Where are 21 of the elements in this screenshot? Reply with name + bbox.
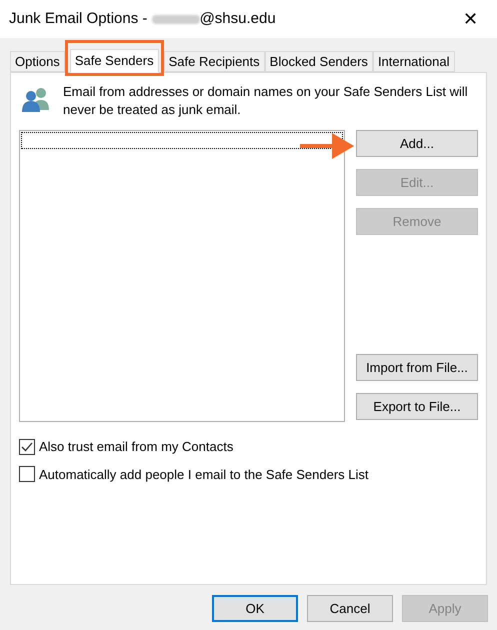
tab[interactable]: Blocked Senders xyxy=(264,51,373,72)
dialog-button[interactable]: Import from File... xyxy=(356,354,478,381)
description-text: Email from addresses or domain names on your Safe Senders List will never be treated as junk email. xyxy=(63,83,469,119)
checkbox[interactable] xyxy=(19,438,35,455)
checkbox-label: Also trust email from my Contacts xyxy=(39,438,234,456)
close-button[interactable]: ✕ xyxy=(463,10,478,28)
window-title: @shsu.edu xyxy=(200,8,276,29)
dialog-button[interactable]: OK xyxy=(212,595,298,622)
dialog-button[interactable]: Add... xyxy=(356,130,478,157)
checkbox-label: Automatically add people I email to the Safe Senders List xyxy=(39,466,369,484)
dialog-button[interactable]: Export to File... xyxy=(356,393,478,420)
check-icon xyxy=(21,442,33,452)
tab[interactable]: Safe Recipients xyxy=(164,51,265,72)
people-icon xyxy=(21,86,51,112)
checkbox[interactable] xyxy=(19,466,35,482)
dialog-button[interactable]: Cancel xyxy=(307,595,393,622)
redacted-blur xyxy=(152,14,200,24)
window-title: Junk Email Options - xyxy=(9,8,148,29)
tab[interactable]: Options xyxy=(10,51,65,72)
tab[interactable]: Safe Senders xyxy=(70,49,159,73)
tab[interactable]: International xyxy=(372,51,454,72)
